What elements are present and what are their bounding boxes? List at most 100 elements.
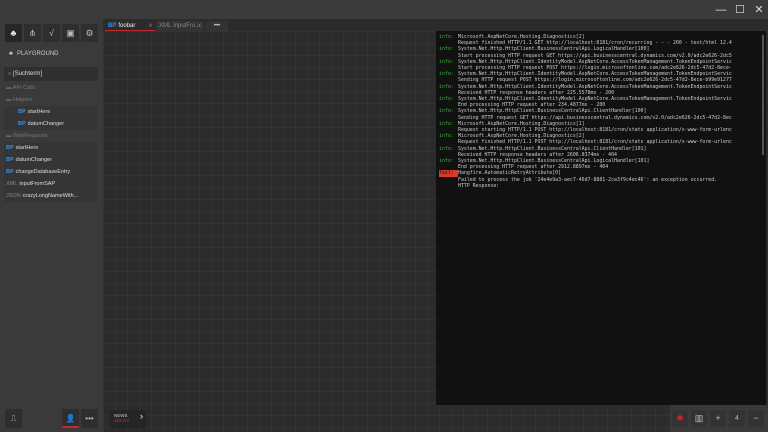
- log-line: HTTP Response:: [439, 183, 766, 189]
- tree-item[interactable]: BP datumChanger: [4, 154, 98, 166]
- file-type-badge: BP: [6, 145, 14, 151]
- bug-icon[interactable]: ✱: [672, 410, 688, 427]
- log-level: info:: [439, 46, 454, 53]
- tree-item[interactable]: BP startHere: [4, 142, 98, 154]
- tree-item-label: datumChanger: [27, 121, 65, 127]
- tab-bar: BP foobar x XML inputFro... x •••: [103, 19, 768, 31]
- playground-header: ♣ PLAYGROUND: [5, 51, 59, 57]
- folder-icon: ▬: [6, 133, 14, 139]
- log-text: System.Net.Http.HttpClient.IdentityModel…: [458, 71, 732, 78]
- log-text: System.Net.Http.HttpClient.IdentityModel…: [458, 96, 732, 103]
- exit-icon[interactable]: ⎍: [5, 409, 22, 428]
- log-text: Start processing HTTP request POST https…: [458, 65, 732, 72]
- log-text: Start processing HTTP request GET https:…: [458, 52, 732, 59]
- console-output: info: Microsoft.AspNetCore.Hosting.Diagno…: [436, 31, 766, 405]
- tree-item-label: inputFromSAP: [19, 181, 56, 187]
- tab-inputfrom[interactable]: XML inputFro... x: [156, 21, 204, 31]
- tree-item[interactable]: BP changeDatabaseEntry: [4, 166, 98, 178]
- search-input[interactable]: ⌕ [Suchterm]: [4, 67, 98, 81]
- tree-folder[interactable]: ▬ WebRequests: [4, 130, 98, 142]
- user-icon[interactable]: 👤: [62, 409, 79, 428]
- tree-item-label: API Calls: [12, 85, 36, 91]
- sidebar: ♣ ⋔ √ ▣ ⚙ ♣ PLAYGROUND ⌕ [Suchterm] ▬ API Cal…: [0, 19, 103, 432]
- console-scrollbar[interactable]: [762, 35, 764, 155]
- file-tree: ▬ API Calls ▬ Helpers BP startHere BP datumCh…: [4, 82, 98, 202]
- close-icon[interactable]: x: [149, 21, 152, 31]
- tab-type: XML: [159, 23, 172, 29]
- log-level: info:: [439, 108, 454, 115]
- sidebar-footer: ⎍ 👤 •••: [0, 405, 103, 432]
- file-type-badge: BP: [6, 169, 14, 175]
- file-type-badge: JSON: [6, 193, 21, 199]
- search-value: [Suchterm]: [13, 71, 43, 77]
- hierarchy-icon[interactable]: ♣: [5, 24, 22, 42]
- log-text: End processing HTTP request after 234.48…: [458, 102, 606, 109]
- log-text: Microsoft.AspNetCore.Hosting.Diagnostics…: [458, 120, 585, 127]
- tabs-more-button[interactable]: •••: [206, 21, 228, 31]
- log-text: System.Net.Http.HttpClient.BusinessCentr…: [458, 46, 650, 53]
- close-button[interactable]: ✕: [752, 3, 766, 17]
- tree-item[interactable]: BP datumChanger: [4, 118, 98, 130]
- log-level: fail:: [439, 170, 458, 177]
- tree-item-label: Helpers: [13, 97, 32, 103]
- log-text: Received HTTP response headers after 225…: [458, 89, 615, 96]
- log-text: System.Net.Http.HttpClient.IdentityModel…: [458, 83, 732, 90]
- more-button[interactable]: •••: [81, 409, 98, 428]
- log-text: Sending HTTP request GET https://api.bus…: [458, 114, 732, 121]
- tree-item[interactable]: JSON crazyLongNameWith...: [4, 190, 98, 202]
- log-text: Request finished HTTP/1.1 GET http://loc…: [458, 40, 732, 47]
- log-text: System.Net.Http.HttpClient.BusinessCentr…: [458, 145, 647, 152]
- tab-label: inputFro...: [173, 23, 201, 29]
- file-type-badge: BP: [18, 109, 26, 115]
- tree-item-label: startHere: [15, 145, 39, 151]
- tree-folder[interactable]: ▬ API Calls: [4, 82, 98, 94]
- file-type-badge: BP: [6, 157, 14, 163]
- log-text: Microsoft.AspNetCore.Hosting.Diagnostics…: [458, 34, 585, 40]
- tree-item-label: crazyLongNameWith...: [22, 193, 79, 199]
- log-level: info:: [439, 83, 454, 90]
- log-text: System.Net.Http.HttpClient.BusinessCentr…: [458, 158, 650, 165]
- log-text: Received HTTP response headers after 260…: [458, 151, 617, 158]
- canvas-controls: ✱ ▥ + 4 −: [670, 405, 768, 432]
- log-text: HTTP Response:: [458, 182, 500, 189]
- log-text: System.Net.Http.HttpClient.IdentityModel…: [458, 58, 732, 65]
- map-icon[interactable]: ▥: [691, 410, 707, 427]
- log-text: Hangfire.AutomaticRetryAttribute[0]: [458, 170, 562, 177]
- close-icon[interactable]: x: [198, 21, 201, 31]
- log-text: Request finished HTTP/1.1 POST http://lo…: [458, 139, 732, 146]
- chevron-right-icon: ›: [140, 411, 143, 421]
- gear-icon[interactable]: ⚙: [81, 24, 98, 42]
- zoom-level[interactable]: 4: [729, 410, 745, 427]
- tree-item[interactable]: BP startHere: [4, 106, 98, 118]
- tab-foobar[interactable]: BP foobar x: [105, 21, 155, 31]
- file-type-badge: XML: [6, 181, 18, 187]
- zoom-in-icon[interactable]: +: [710, 410, 726, 427]
- file-type-badge: BP: [18, 121, 26, 127]
- log-level: info:: [439, 145, 454, 152]
- folder-icon: ▬: [6, 85, 13, 91]
- tab-label: foobar: [118, 23, 136, 29]
- tree-item-label: WebRequests: [13, 133, 48, 139]
- tree-folder[interactable]: ▬ Helpers: [4, 94, 98, 106]
- minimize-button[interactable]: —: [714, 3, 728, 17]
- tree-item-label: startHere: [27, 109, 51, 115]
- image-icon[interactable]: ▣: [62, 24, 79, 42]
- log-text: Microsoft.AspNetCore.Hosting.Diagnostics…: [458, 133, 585, 140]
- maximize-button[interactable]: ☐: [733, 3, 747, 17]
- log-text: Sending HTTP request POST https://login.…: [458, 77, 732, 84]
- news-blog-button[interactable]: NEWS &BLOG ›: [110, 410, 146, 428]
- graph-icon[interactable]: ⋔: [24, 24, 41, 42]
- tree-item[interactable]: XML inputFromSAP: [4, 178, 98, 190]
- zoom-out-icon[interactable]: −: [748, 410, 764, 427]
- formula-icon[interactable]: √: [43, 24, 60, 42]
- log-text: Request starting HTTP/1.1 POST http://lo…: [458, 127, 732, 134]
- tree-item-label: changeDatabaseEntry: [15, 169, 71, 175]
- tab-type: BP: [108, 23, 117, 29]
- title-bar: — ☐ ✕: [0, 0, 768, 19]
- log-text: System.Net.Http.HttpClient.BusinessCentr…: [458, 108, 647, 115]
- log-text: Failed to process the job '24e4e9a3-aec7…: [458, 176, 718, 183]
- log-text: End processing HTTP request after 2912.8…: [458, 164, 609, 171]
- hierarchy-icon: ♣: [9, 51, 13, 57]
- playground-title: PLAYGROUND: [16, 51, 59, 57]
- folder-icon: ▬: [6, 97, 14, 103]
